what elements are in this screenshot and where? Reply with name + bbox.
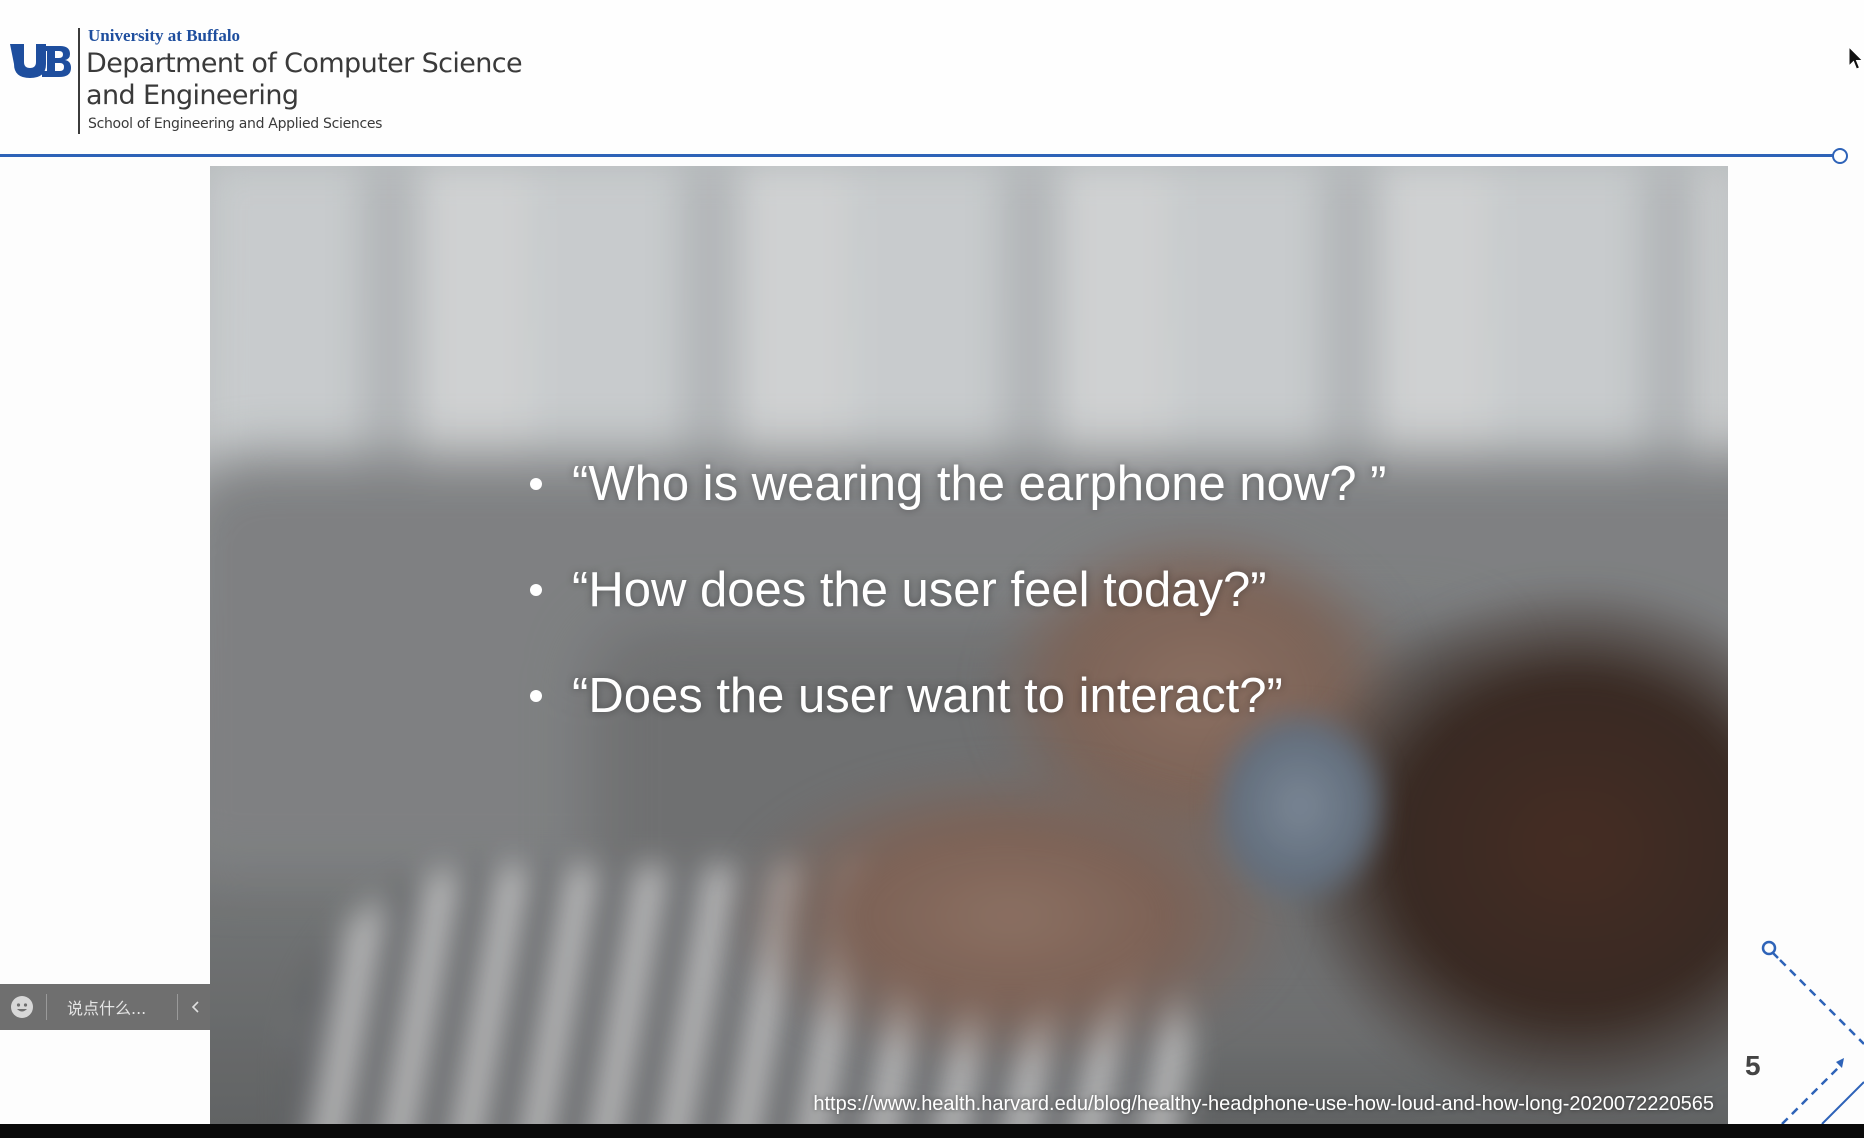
bullet-dot-icon bbox=[530, 690, 542, 702]
bullet-text: “Who is wearing the earphone now? ” bbox=[572, 457, 1387, 511]
slide-background-photo: “Who is wearing the earphone now? ” “How… bbox=[210, 166, 1728, 1124]
bottom-bar bbox=[0, 1124, 1864, 1138]
school-name: School of Engineering and Applied Scienc… bbox=[88, 116, 383, 132]
ub-logo-icon bbox=[10, 44, 71, 78]
header-rule bbox=[0, 154, 1834, 157]
university-name: University at Buffalo bbox=[88, 26, 241, 45]
chat-bar: 说点什么... bbox=[0, 984, 210, 1030]
bullet-text: “How does the user feel today?” bbox=[572, 563, 1267, 617]
bullet-dot-icon bbox=[530, 584, 542, 596]
chevron-left-icon[interactable] bbox=[188, 999, 204, 1015]
department-name: Department of Computer Science and Engin… bbox=[86, 48, 523, 111]
emoji-icon[interactable] bbox=[10, 995, 34, 1019]
chat-input[interactable]: 说点什么... bbox=[67, 995, 177, 1019]
source-url: https://www.health.harvard.edu/blog/heal… bbox=[813, 1093, 1714, 1115]
header-rule-endpoint bbox=[1832, 148, 1848, 164]
bullet-list: “Who is wearing the earphone now? ” “How… bbox=[528, 456, 1428, 774]
chat-divider bbox=[46, 994, 47, 1020]
bullet-item: “Does the user want to interact?” bbox=[528, 668, 1428, 774]
mouse-cursor-icon bbox=[1848, 46, 1864, 70]
bullet-item: “How does the user feel today?” bbox=[528, 562, 1428, 668]
bullet-dot-icon bbox=[530, 478, 542, 490]
bullet-text: “Does the user want to interact?” bbox=[572, 669, 1283, 723]
logo-divider bbox=[78, 28, 80, 134]
chat-divider bbox=[177, 994, 178, 1020]
corner-decoration-icon bbox=[1761, 940, 1864, 1124]
slide-header: University at Buffalo Department of Comp… bbox=[0, 0, 1864, 164]
bullet-item: “Who is wearing the earphone now? ” bbox=[528, 456, 1428, 562]
